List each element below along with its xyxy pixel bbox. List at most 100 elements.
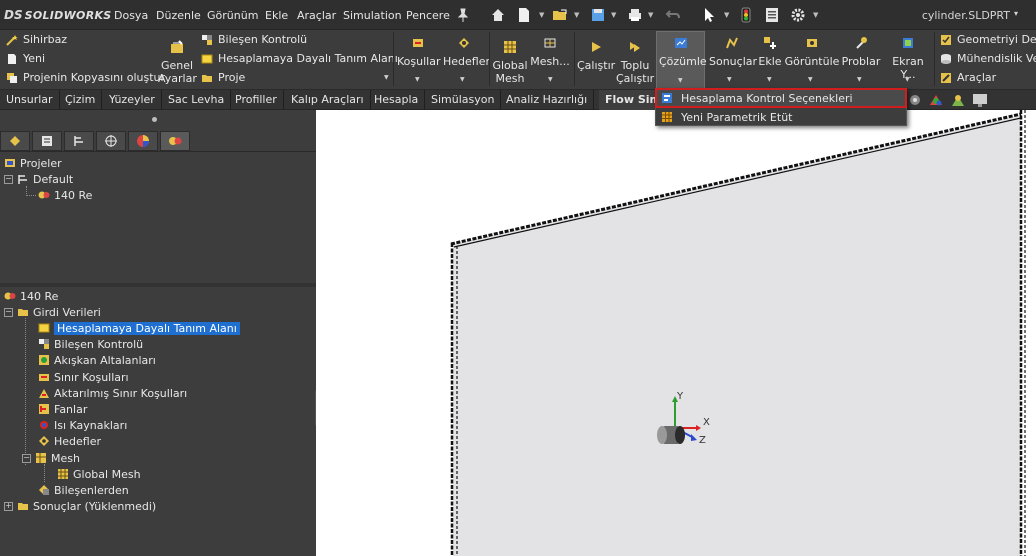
tab-surfaces[interactable]: Yüzeyler	[103, 90, 162, 110]
tree-fluid-subdomains[interactable]: Akışkan Altalanları	[38, 352, 156, 368]
menu-duzenle[interactable]: Düzenle	[156, 9, 201, 22]
tree-computational-domain[interactable]: Hesaplamaya Dayalı Tanım Alanı	[38, 320, 240, 336]
tree-mesh[interactable]: − Mesh	[22, 450, 80, 466]
wizard-button[interactable]: Sihirbaz	[6, 33, 67, 46]
graphics-viewport[interactable]	[316, 110, 1036, 556]
menu-simulation[interactable]: Simulation	[343, 9, 402, 22]
tree-fans[interactable]: Fanlar	[38, 401, 87, 417]
home-icon[interactable]	[490, 7, 506, 23]
open-dropdown-arrow[interactable]: ▼	[574, 11, 579, 19]
tree-transferred-boundary-conditions[interactable]: Aktarılmış Sınır Koşulları	[38, 385, 187, 401]
traffic-light-icon[interactable]	[738, 7, 754, 23]
component-control-button[interactable]: Bileşen Kontrolü	[201, 33, 307, 46]
undo-icon[interactable]	[665, 7, 681, 23]
menu-ekle[interactable]: Ekle	[265, 9, 288, 22]
scene-icon[interactable]	[950, 92, 966, 108]
menu-araclar[interactable]: Araçlar	[297, 9, 336, 22]
conditions-dropdown-arrow[interactable]: ▼	[415, 76, 420, 83]
clone-project-button[interactable]: Projenin Kopyasını oluştur	[6, 71, 165, 84]
computational-domain-button[interactable]: Hesaplamaya Dayalı Tanım Alanı	[201, 52, 398, 65]
tab-simulation[interactable]: Simülasyon	[425, 90, 502, 110]
conditions-button[interactable]: Koşullar	[397, 36, 440, 68]
insert-button[interactable]: Ekle	[756, 36, 784, 68]
tab-display-manager[interactable]	[128, 131, 158, 151]
print-icon[interactable]	[627, 7, 643, 23]
tree-study-140re[interactable]: 140 Re	[38, 187, 92, 203]
tab-property-manager[interactable]	[32, 131, 62, 151]
tab-features[interactable]: Unsurlar	[0, 90, 60, 110]
new-dropdown-arrow[interactable]: ▼	[539, 11, 544, 19]
menu-gorunum[interactable]: Görünüm	[207, 9, 258, 22]
display-button[interactable]: Görüntüle	[784, 36, 840, 68]
tab-dimxpert-manager[interactable]	[96, 131, 126, 151]
collapse-toggle-icon[interactable]: −	[4, 307, 13, 317]
project-dropdown-arrow[interactable]: ▼	[384, 74, 389, 81]
menu-item-new-parametric-study[interactable]: Yeni Parametrik Etüt	[656, 108, 906, 126]
tab-flow-analysis[interactable]	[160, 131, 190, 151]
view-settings-icon[interactable]	[908, 93, 922, 107]
tab-mold-tools[interactable]: Kalıp Araçları	[285, 90, 371, 110]
menu-dosya[interactable]: Dosya	[114, 9, 148, 22]
tree-boundary-conditions[interactable]: Sınır Koşulları	[38, 369, 129, 385]
solidworks-logo[interactable]: DS SOLIDWORKS	[4, 8, 112, 22]
tree-input-data[interactable]: − Girdi Verileri	[4, 304, 101, 320]
tab-feature-manager[interactable]	[0, 131, 30, 151]
tab-configuration-manager[interactable]	[64, 131, 94, 151]
tab-profiles[interactable]: Profiller	[229, 90, 284, 110]
new-document-icon[interactable]	[516, 7, 532, 23]
screen-dropdown-arrow[interactable]: ▼	[905, 76, 910, 83]
tree-results[interactable]: + Sonuçlar (Yüklenmedi)	[4, 498, 156, 514]
select-dropdown-arrow[interactable]: ▼	[724, 11, 729, 19]
solve-button[interactable]: Çözümle ▼	[656, 31, 707, 89]
pin-icon[interactable]	[455, 7, 471, 23]
appearance-icon[interactable]	[928, 92, 944, 108]
save-icon[interactable]	[590, 7, 606, 23]
tools-button[interactable]: Araçlar	[940, 71, 996, 84]
menu-item-calculation-control-options[interactable]: Hesaplama Kontrol Seçenekleri	[655, 88, 907, 108]
tree-projects-root[interactable]: Projeler	[4, 155, 62, 171]
results-button[interactable]: Sonuçlar	[709, 36, 757, 68]
tree-default-config[interactable]: − Default	[4, 171, 73, 187]
mesh-button[interactable]: Mesh...	[530, 36, 570, 68]
probes-dropdown-arrow[interactable]: ▼	[857, 76, 862, 83]
geometry-check-button[interactable]: Geometriyi Dene	[940, 33, 1036, 46]
general-settings-button[interactable]: Genel Ayarlar	[158, 40, 197, 85]
panel-grip-icon[interactable]	[152, 117, 157, 122]
tab-analysis-prep[interactable]: Analiz Hazırlığı	[500, 90, 595, 110]
collapse-toggle-icon[interactable]: −	[4, 174, 13, 184]
global-mesh-button[interactable]: Global Mesh	[492, 40, 528, 85]
open-folder-icon[interactable]	[552, 7, 568, 23]
mesh-dropdown-arrow[interactable]: ▼	[548, 76, 553, 83]
engineering-database-button[interactable]: Mühendislik Ver	[940, 52, 1036, 65]
tab-evaluate[interactable]: Hesapla	[368, 90, 426, 110]
project-button[interactable]: Proje	[201, 71, 245, 84]
insert-dropdown-arrow[interactable]: ▼	[767, 76, 772, 83]
batch-run-button[interactable]: Toplu Çalıştır	[616, 40, 654, 85]
monitor-icon[interactable]	[972, 92, 988, 108]
probes-button[interactable]: Problar	[840, 36, 882, 68]
goals-button[interactable]: Hedefler	[443, 36, 490, 68]
print-dropdown-arrow[interactable]: ▼	[648, 11, 653, 19]
tree-global-mesh[interactable]: Global Mesh	[57, 466, 141, 482]
display-dropdown-arrow[interactable]: ▼	[808, 76, 813, 83]
results-dropdown-arrow[interactable]: ▼	[727, 76, 732, 83]
tree-analysis-root[interactable]: 140 Re	[4, 288, 58, 304]
solve-dropdown-arrow[interactable]: ▼	[678, 77, 683, 84]
goals-dropdown-arrow[interactable]: ▼	[460, 76, 465, 83]
tree-from-components[interactable]: Bileşenlerden	[38, 482, 129, 498]
options-gear-icon[interactable]	[790, 7, 806, 23]
document-caret-icon[interactable]: ▾	[1014, 9, 1018, 18]
run-button[interactable]: Çalıştır	[577, 40, 615, 72]
screen-button[interactable]: Ekran Y...	[884, 36, 932, 81]
collapse-toggle-icon[interactable]: −	[22, 453, 31, 463]
menu-pencere[interactable]: Pencere	[406, 9, 450, 22]
save-dropdown-arrow[interactable]: ▼	[611, 11, 616, 19]
options-dropdown-arrow[interactable]: ▼	[813, 11, 818, 19]
tab-sketch[interactable]: Çizim	[59, 90, 103, 110]
file-properties-icon[interactable]	[764, 7, 780, 23]
tree-component-control[interactable]: Bileşen Kontrolü	[38, 336, 143, 352]
tree-heat-sources[interactable]: Isı Kaynakları	[38, 417, 127, 433]
expand-toggle-icon[interactable]: +	[4, 501, 13, 511]
tree-goals[interactable]: Hedefler	[38, 433, 101, 449]
select-cursor-icon[interactable]	[701, 7, 717, 23]
